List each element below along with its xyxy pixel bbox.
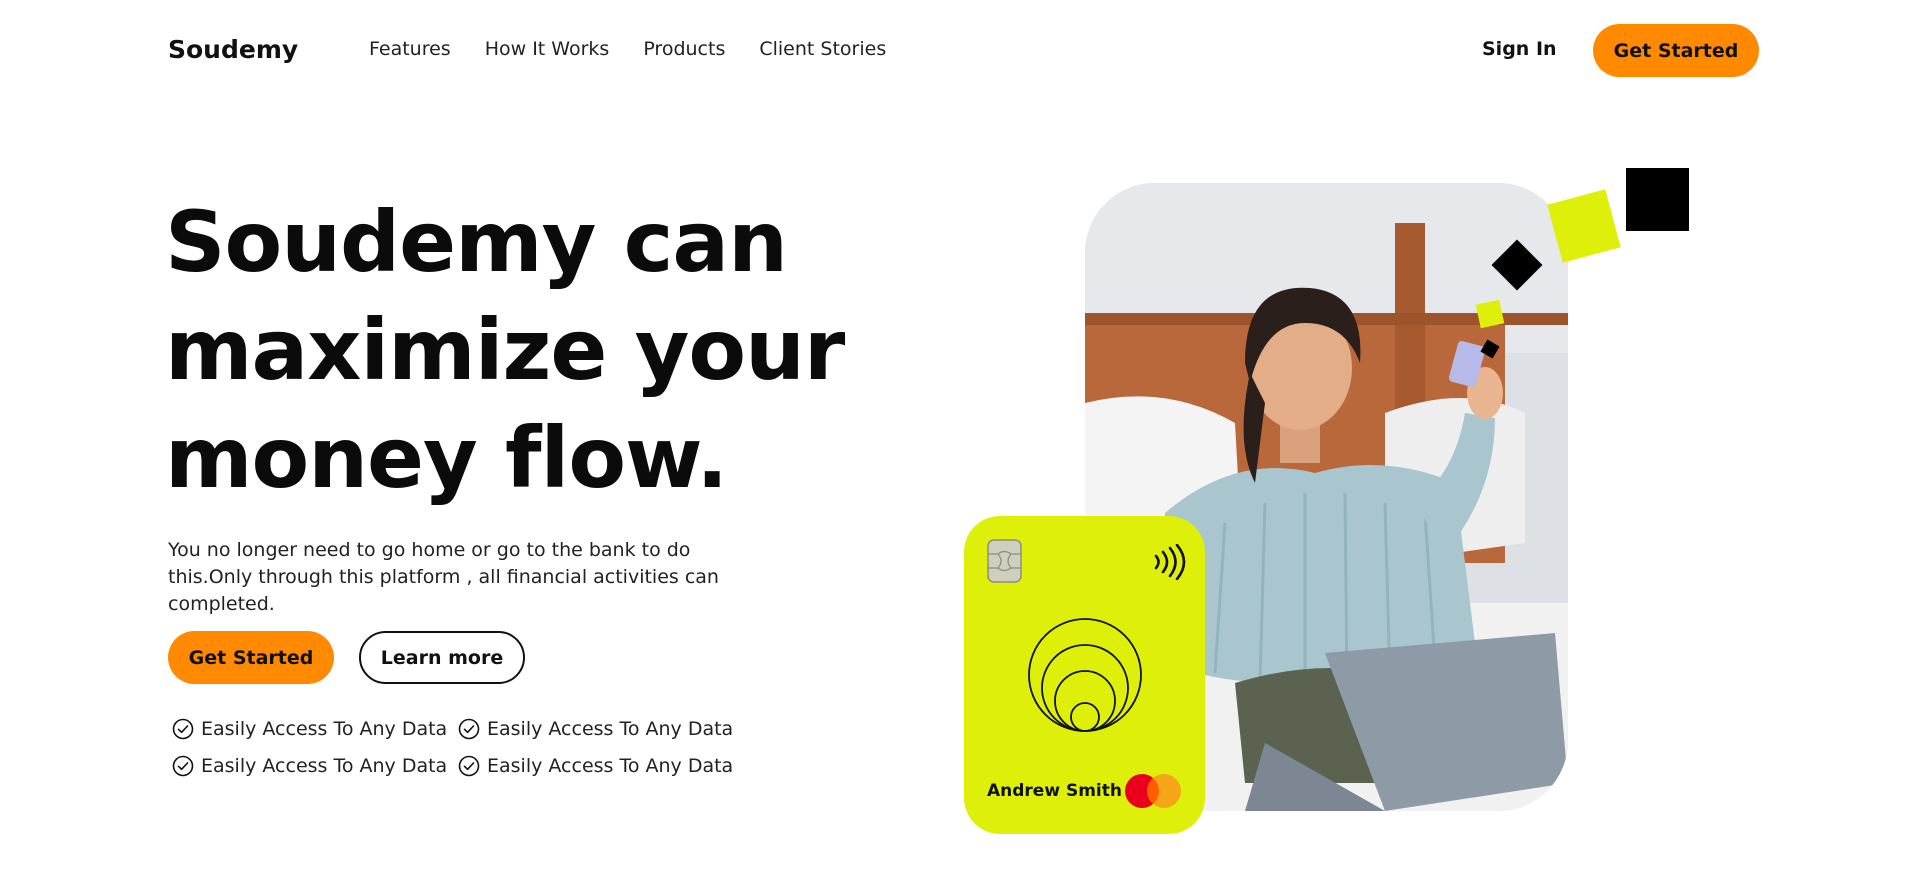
decorative-square-small-yellow xyxy=(1475,299,1505,329)
concentric-rings-icon xyxy=(1028,618,1142,732)
feature-label: Easily Access To Any Data xyxy=(201,718,448,740)
hero-subtext: You no longer need to go home or go to t… xyxy=(168,539,719,615)
headline-line-1: Soudemy can xyxy=(165,193,788,291)
feature-label: Easily Access To Any Data xyxy=(487,755,734,777)
feature-label: Easily Access To Any Data xyxy=(487,718,734,740)
decorative-square-large xyxy=(1626,168,1689,231)
decorative-square-small xyxy=(1480,339,1500,359)
headline-line-3: money flow. xyxy=(165,409,728,507)
hero-get-started-button[interactable]: Get Started xyxy=(168,631,334,684)
check-circle-icon xyxy=(172,718,194,740)
check-circle-icon xyxy=(458,718,480,740)
headline-line-2: maximize your xyxy=(165,301,845,399)
contactless-icon xyxy=(1154,544,1186,580)
sign-in-link[interactable]: Sign In xyxy=(1482,38,1557,60)
decorative-diamond xyxy=(1491,239,1543,291)
nav-link-client-stories[interactable]: Client Stories xyxy=(759,38,886,60)
feature-label: Easily Access To Any Data xyxy=(201,755,448,777)
nav-get-started-button[interactable]: Get Started xyxy=(1593,24,1759,77)
decorative-square-yellow xyxy=(1547,189,1621,263)
mastercard-icon xyxy=(1125,774,1181,808)
feature-item: Easily Access To Any Data xyxy=(172,755,458,777)
feature-item: Easily Access To Any Data xyxy=(458,718,744,740)
chip-icon xyxy=(987,539,1022,583)
nav-link-products[interactable]: Products xyxy=(643,38,725,60)
learn-more-button[interactable]: Learn more xyxy=(359,631,525,684)
feature-item: Easily Access To Any Data xyxy=(458,755,744,777)
check-circle-icon xyxy=(458,755,480,777)
nav-links: Features How It Works Products Client St… xyxy=(369,38,886,60)
card-holder-name: Andrew Smith xyxy=(987,781,1122,801)
credit-card: Andrew Smith xyxy=(964,516,1205,834)
hero-headline: Soudemy can maximize your money flow. xyxy=(165,188,845,512)
nav-link-how-it-works[interactable]: How It Works xyxy=(485,38,610,60)
feature-item: Easily Access To Any Data xyxy=(172,718,458,740)
check-circle-icon xyxy=(172,755,194,777)
top-navbar: Soudemy Features How It Works Products C… xyxy=(0,0,1916,100)
feature-list: Easily Access To Any Data Easily Access … xyxy=(172,718,744,777)
brand-logo[interactable]: Soudemy xyxy=(168,35,298,64)
nav-link-features[interactable]: Features xyxy=(369,38,451,60)
